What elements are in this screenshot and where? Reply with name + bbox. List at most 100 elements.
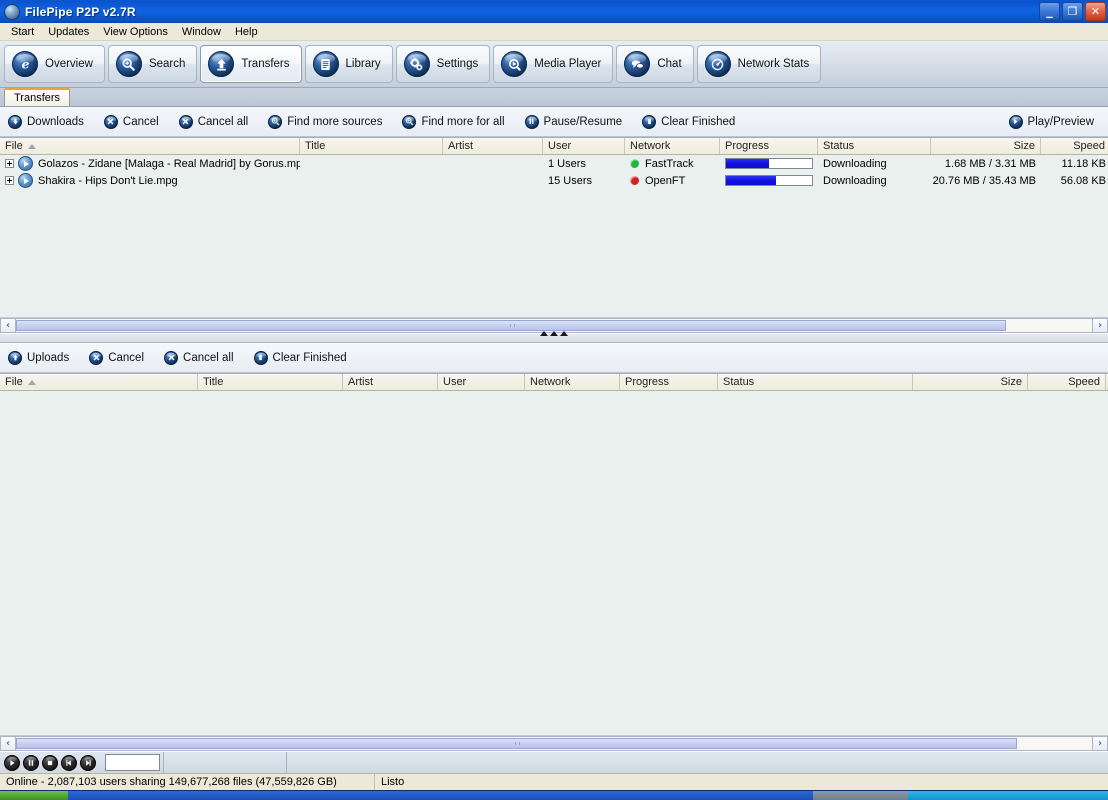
column-header-label: Status bbox=[723, 376, 755, 388]
action-clear-finished[interactable]: Clear Finished bbox=[642, 114, 735, 129]
action-cancel-all[interactable]: Cancel all bbox=[178, 114, 248, 129]
toolbar-button-label: Media Player bbox=[534, 58, 602, 70]
expand-row-icon[interactable] bbox=[5, 176, 14, 185]
taskbar-tray[interactable] bbox=[813, 791, 908, 800]
uploads-horizontal-scrollbar[interactable]: ‹ › bbox=[0, 735, 1108, 751]
cell-text: Downloading bbox=[823, 157, 887, 170]
minimize-icon: _ bbox=[1046, 4, 1053, 19]
menu-item-help[interactable]: Help bbox=[228, 24, 265, 40]
column-header-label: Progress bbox=[625, 376, 670, 388]
menu-item-window[interactable]: Window bbox=[175, 24, 228, 40]
action-cancel[interactable]: Cancel bbox=[89, 350, 144, 365]
pane-splitter[interactable] bbox=[0, 331, 1108, 343]
column-header-label: Network bbox=[630, 140, 671, 152]
action-play-preview[interactable]: Play/Preview bbox=[1008, 114, 1094, 129]
action-clear-finished[interactable]: Clear Finished bbox=[253, 350, 347, 365]
table-row[interactable]: Golazos - Zidane [Malaga - Real Madrid] … bbox=[0, 155, 1108, 172]
action-downloads[interactable]: Downloads bbox=[8, 114, 84, 129]
menu-item-updates[interactable]: Updates bbox=[41, 24, 96, 40]
close-button[interactable]: ✕ bbox=[1085, 2, 1106, 21]
toolbar-button-label: Settings bbox=[436, 58, 479, 70]
column-header-file[interactable]: File bbox=[0, 374, 198, 390]
column-header-status[interactable]: Status bbox=[818, 138, 931, 154]
player-previous-button[interactable] bbox=[61, 754, 77, 771]
tab-transfers[interactable]: Transfers bbox=[4, 88, 71, 106]
action-find-more-sources[interactable]: Find more sources bbox=[268, 114, 382, 129]
toolbar-button-label: Library bbox=[345, 58, 381, 70]
player-seek-input[interactable] bbox=[105, 754, 160, 771]
column-header-size[interactable]: Size bbox=[913, 374, 1028, 390]
player-play-button[interactable] bbox=[4, 754, 20, 771]
column-header-progress[interactable]: Progress bbox=[620, 374, 718, 390]
action-label: Cancel bbox=[122, 115, 159, 128]
player-stop-button[interactable] bbox=[42, 754, 58, 771]
cell-user: 1 Users bbox=[543, 158, 625, 170]
expand-row-icon[interactable] bbox=[5, 159, 14, 168]
cell-network: OpenFT bbox=[625, 175, 720, 187]
column-header-artist[interactable]: Artist bbox=[343, 374, 438, 390]
column-header-title[interactable]: Title bbox=[300, 138, 443, 154]
uploads-scroll-track[interactable] bbox=[16, 736, 1092, 751]
network-name: OpenFT bbox=[645, 174, 686, 187]
status-network: Online - 2,087,103 users sharing 149,677… bbox=[0, 774, 375, 790]
player-next-button[interactable] bbox=[80, 754, 96, 771]
column-header-label: File bbox=[5, 376, 23, 388]
column-header-label: Artist bbox=[348, 376, 374, 388]
toolbar-button-label: Overview bbox=[45, 58, 93, 70]
download-icon bbox=[8, 114, 22, 129]
action-label: Uploads bbox=[27, 351, 70, 364]
scroll-right-icon[interactable]: › bbox=[1092, 318, 1108, 333]
taskbar-start-button[interactable] bbox=[0, 791, 68, 800]
scroll-right-icon[interactable]: › bbox=[1092, 736, 1108, 751]
column-header-network[interactable]: Network bbox=[625, 138, 720, 154]
taskbar-tasks[interactable] bbox=[68, 791, 813, 800]
app-globe-icon bbox=[4, 3, 20, 20]
action-uploads[interactable]: Uploads bbox=[8, 350, 70, 365]
action-pause-resume[interactable]: Pause/Resume bbox=[524, 114, 622, 129]
action-cancel-all[interactable]: Cancel all bbox=[164, 350, 234, 365]
network-status-dot-icon bbox=[630, 176, 639, 185]
player-status-segment bbox=[163, 752, 283, 773]
downloads-rows: Golazos - Zidane [Malaga - Real Madrid] … bbox=[0, 155, 1108, 317]
column-header-speed[interactable]: Speed bbox=[1041, 138, 1108, 154]
action-cancel[interactable]: Cancel bbox=[103, 114, 159, 129]
menu-item-view-options[interactable]: View Options bbox=[96, 24, 175, 40]
toolbar-button-network-stats[interactable]: Network Stats bbox=[696, 45, 822, 83]
toolbar-button-media-player[interactable]: Media Player bbox=[493, 45, 614, 83]
downloads-scroll-thumb[interactable] bbox=[16, 320, 1006, 331]
table-row[interactable]: Shakira - Hips Don't Lie.mpg 15 Users Open… bbox=[0, 172, 1108, 189]
column-header-user[interactable]: User bbox=[438, 374, 525, 390]
column-header-size[interactable]: Size bbox=[931, 138, 1041, 154]
column-header-status[interactable]: Status bbox=[718, 374, 913, 390]
column-header-user[interactable]: User bbox=[543, 138, 625, 154]
column-header-network[interactable]: Network bbox=[525, 374, 620, 390]
restore-button[interactable]: ❐ bbox=[1062, 2, 1083, 21]
toolbar-button-overview[interactable]: e Overview bbox=[4, 45, 105, 83]
scroll-left-icon[interactable]: ‹ bbox=[0, 318, 16, 333]
toolbar-button-library[interactable]: Library bbox=[304, 45, 393, 83]
column-header-label: Speed bbox=[1073, 140, 1105, 152]
clear-icon bbox=[253, 350, 268, 365]
column-header-progress[interactable]: Progress bbox=[720, 138, 818, 154]
column-header-artist[interactable]: Artist bbox=[443, 138, 543, 154]
cell-file: Golazos - Zidane [Malaga - Real Madrid] … bbox=[0, 156, 300, 171]
toolbar-button-chat[interactable]: Chat bbox=[616, 45, 694, 83]
scroll-left-icon[interactable]: ‹ bbox=[0, 736, 16, 751]
close-icon: ✕ bbox=[1090, 5, 1101, 18]
splitter-grip-icon bbox=[540, 331, 568, 336]
action-find-more-for-all[interactable]: Find more for all bbox=[402, 114, 505, 129]
taskbar-extra[interactable] bbox=[908, 791, 1108, 800]
column-header-speed[interactable]: Speed bbox=[1028, 374, 1106, 390]
main-toolbar: e Overview Search Transfers Library Settings M… bbox=[0, 41, 1108, 88]
toolbar-button-transfers[interactable]: Transfers bbox=[200, 45, 302, 83]
column-header-title[interactable]: Title bbox=[198, 374, 343, 390]
menu-item-start[interactable]: Start bbox=[4, 24, 41, 40]
minimize-button[interactable]: _ bbox=[1039, 2, 1060, 21]
cell-user: 15 Users bbox=[543, 175, 625, 187]
uploads-scroll-thumb[interactable] bbox=[16, 738, 1017, 749]
toolbar-button-settings[interactable]: Settings bbox=[395, 45, 491, 83]
uploads-column-header: File Title Artist User Network Progress Status… bbox=[0, 374, 1108, 391]
player-pause-button[interactable] bbox=[23, 754, 39, 771]
toolbar-button-search[interactable]: Search bbox=[107, 45, 198, 83]
column-header-file[interactable]: File bbox=[0, 138, 300, 154]
